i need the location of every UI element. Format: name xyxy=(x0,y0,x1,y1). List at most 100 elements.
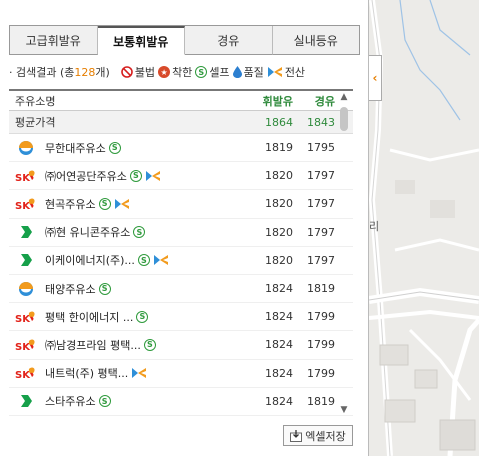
legend: 불법 ★ 착한 S 셀프 품질 전산 xyxy=(121,64,305,80)
svg-text:SK: SK xyxy=(15,342,31,352)
diesel-price: 1797 xyxy=(307,253,335,267)
station-name[interactable]: 무한대주유소 xyxy=(45,140,106,156)
gasoline-price: 1820 xyxy=(265,169,293,183)
self-service-icon: S xyxy=(133,226,146,239)
gas-station-panel: 고급휘발유 보통휘발유 경유 실내등유 · 검색결과 (총 128 개) 불법 ★… xyxy=(0,0,369,456)
sk-energy-logo-icon: SK xyxy=(15,196,37,212)
diesel-price: 1819 xyxy=(307,394,335,408)
legend-illegal: 불법 xyxy=(121,64,155,80)
gs-caltex-logo-icon xyxy=(15,252,37,268)
scroll-up-icon[interactable]: ▲ xyxy=(339,92,349,102)
station-row[interactable]: SK 현곡주유소 S 1820 1797 xyxy=(9,190,353,219)
diesel-price: 1799 xyxy=(307,310,335,324)
gasoline-price: 1820 xyxy=(265,197,293,211)
header-gasoline[interactable]: 휘발유 xyxy=(251,93,297,109)
fuel-type-tabs: 고급휘발유 보통휘발유 경유 실내등유 xyxy=(9,25,360,55)
station-name[interactable]: 스타주유소 xyxy=(45,393,96,409)
average-label: 평균가격 xyxy=(15,116,56,129)
collapse-panel-button[interactable]: ‹ xyxy=(369,55,382,101)
station-row[interactable]: 스타주유소 S 1824 1819 xyxy=(9,388,353,416)
station-row[interactable]: SK ㈜남경프라임 평택... S 1824 1799 xyxy=(9,331,353,360)
svg-text:SK: SK xyxy=(15,314,31,324)
scroll-thumb[interactable] xyxy=(340,107,348,131)
station-name[interactable]: ㈜현 유니콘주유소 xyxy=(45,224,130,240)
diesel-price: 1795 xyxy=(307,141,335,155)
self-service-icon: S xyxy=(98,197,111,210)
oilbank-card-icon xyxy=(132,368,147,379)
station-row[interactable]: SK ㈜어연공단주유소 S 1820 1797 xyxy=(9,162,353,191)
svg-text:SK: SK xyxy=(15,173,31,183)
diesel-price: 1819 xyxy=(307,282,335,296)
legend-good-price: ★ 착한 xyxy=(158,64,192,80)
station-table: 주유소명 휘발유 경유 평균가격 1864 1843 무한대주유소 S 1819 17… xyxy=(9,89,353,418)
self-service-icon: S xyxy=(98,282,111,295)
scroll-down-icon[interactable]: ▼ xyxy=(339,405,349,415)
gs-caltex-logo-icon xyxy=(15,224,37,240)
self-service-icon: S xyxy=(137,254,150,267)
oilbank-card-icon xyxy=(267,67,282,77)
station-row[interactable]: 태양주유소 S 1824 1819 xyxy=(9,275,353,304)
oilbank-card-icon xyxy=(145,170,160,181)
excel-download-icon xyxy=(290,429,303,442)
oilbank-card-icon xyxy=(153,255,168,266)
station-name[interactable]: ㈜남경프라임 평택... xyxy=(45,337,141,353)
gasoline-price: 1824 xyxy=(265,366,293,380)
self-service-icon: S xyxy=(195,66,208,78)
station-row[interactable]: SK 내트럭(주) 평택... 1824 1799 xyxy=(9,360,353,388)
station-name[interactable]: ㈜어연공단주유소 xyxy=(45,168,127,184)
self-service-icon: S xyxy=(108,141,121,154)
station-name[interactable]: 이케이에너지(주)... xyxy=(45,252,135,268)
legend-self: S 셀프 xyxy=(195,64,230,80)
excel-save-button[interactable]: 엑셀저장 xyxy=(283,425,353,446)
result-prefix: · 검색결과 (총 xyxy=(9,66,75,79)
legend-quality: 품질 xyxy=(232,64,264,80)
station-row[interactable]: 이케이에너지(주)... S 1820 1797 xyxy=(9,247,353,275)
svg-text:SK: SK xyxy=(15,370,31,380)
average-price-row: 평균가격 1864 1843 xyxy=(9,111,353,134)
station-name[interactable]: 평택 한이에너지 ... xyxy=(45,309,133,325)
diesel-price: 1797 xyxy=(307,197,335,211)
gasoline-price: 1819 xyxy=(265,141,293,155)
header-station-name[interactable]: 주유소명 xyxy=(9,93,251,109)
sk-energy-logo-icon: SK xyxy=(15,365,37,381)
self-service-icon: S xyxy=(136,310,149,323)
gasoline-price: 1820 xyxy=(265,253,293,267)
tab-premium-gasoline[interactable]: 고급휘발유 xyxy=(10,26,98,55)
search-summary: · 검색결과 (총 128 개) 불법 ★ 착한 S 셀프 품질 전산 xyxy=(9,63,361,81)
excel-save-label: 엑셀저장 xyxy=(305,429,346,443)
chevron-left-icon: ‹ xyxy=(372,71,378,85)
result-count: 128 xyxy=(74,65,96,79)
station-row[interactable]: SK 평택 한이에너지 ... S 1824 1799 xyxy=(9,303,353,332)
diesel-price: 1797 xyxy=(307,169,335,183)
good-price-icon: ★ xyxy=(158,66,171,78)
average-gasoline: 1864 xyxy=(265,115,293,129)
sk-energy-logo-icon: SK xyxy=(15,337,37,353)
sk-energy-logo-icon: SK xyxy=(15,168,37,184)
table-scrollbar[interactable]: ▲ ▼ xyxy=(337,89,351,418)
legend-oilbank-card: 전산 xyxy=(267,64,305,80)
station-row[interactable]: 무한대주유소 S 1819 1795 xyxy=(9,134,353,163)
self-service-icon: S xyxy=(129,169,142,182)
station-name[interactable]: 현곡주유소 xyxy=(45,196,96,212)
gasoline-price: 1824 xyxy=(265,394,293,408)
gs-caltex-logo-icon xyxy=(15,393,37,409)
svg-text:SK: SK xyxy=(15,201,31,211)
map-place-label: 리 xyxy=(369,220,380,233)
tab-diesel[interactable]: 경유 xyxy=(185,26,273,55)
hyundai-oilbank-logo-icon xyxy=(15,281,37,297)
average-diesel: 1843 xyxy=(307,115,335,129)
station-name[interactable]: 내트럭(주) 평택... xyxy=(45,365,128,381)
result-suffix: 개) xyxy=(95,66,110,79)
oilbank-card-icon xyxy=(114,198,129,209)
gasoline-price: 1824 xyxy=(265,338,293,352)
quality-drop-icon xyxy=(232,66,242,78)
station-name[interactable]: 태양주유소 xyxy=(45,281,96,297)
sk-energy-logo-icon: SK xyxy=(15,309,37,325)
header-diesel[interactable]: 경유 xyxy=(297,93,339,109)
gasoline-price: 1824 xyxy=(265,282,293,296)
self-service-icon: S xyxy=(143,338,156,351)
gasoline-price: 1824 xyxy=(265,310,293,324)
tab-kerosene[interactable]: 실내등유 xyxy=(272,26,359,55)
tab-regular-gasoline[interactable]: 보통휘발유 xyxy=(97,26,185,55)
station-row[interactable]: ㈜현 유니콘주유소 S 1820 1797 xyxy=(9,219,353,247)
